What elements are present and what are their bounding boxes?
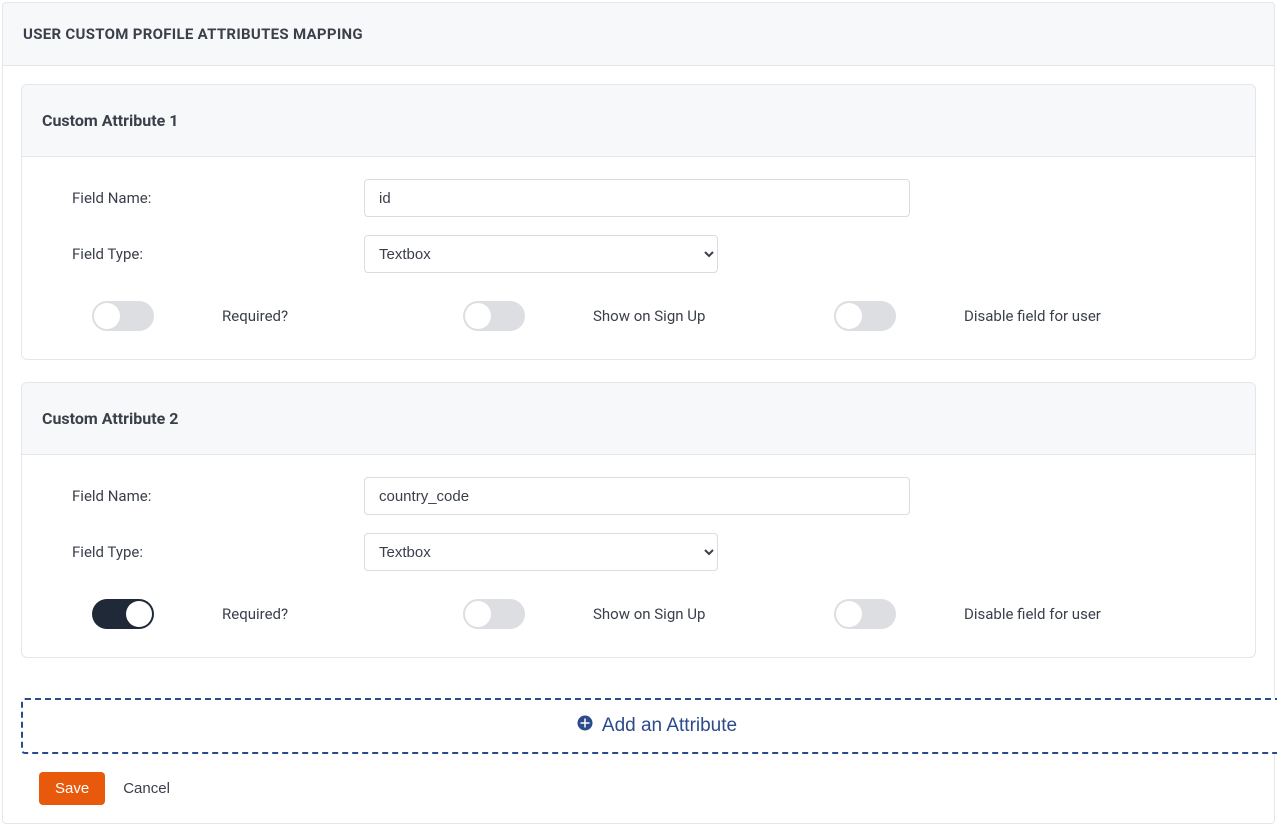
field-type-select[interactable]: Textbox xyxy=(364,533,718,571)
field-type-select[interactable]: Textbox xyxy=(364,235,718,273)
show-signup-label: Show on Sign Up xyxy=(593,307,705,325)
required-toggle[interactable] xyxy=(92,599,154,629)
disable-toggle-group: Disable field for user xyxy=(834,301,1205,331)
show-signup-toggle-group: Show on Sign Up xyxy=(463,599,834,629)
required-label: Required? xyxy=(222,307,288,325)
custom-attributes-panel: USER CUSTOM PROFILE ATTRIBUTES MAPPING C… xyxy=(2,2,1275,824)
show-signup-toggle[interactable] xyxy=(463,599,525,629)
attribute-card-body: Field Name: Field Type: Textbox Required… xyxy=(22,157,1255,359)
toggles-row: Required? Show on Sign Up Disable field … xyxy=(72,599,1205,629)
add-attribute-button[interactable]: Add an Attribute xyxy=(21,698,1277,754)
field-type-label: Field Type: xyxy=(72,245,364,263)
disable-toggle[interactable] xyxy=(834,301,896,331)
panel-body: Custom Attribute 1 Field Name: Field Typ… xyxy=(3,66,1274,698)
panel-header: USER CUSTOM PROFILE ATTRIBUTES MAPPING xyxy=(3,3,1274,66)
save-button[interactable]: Save xyxy=(39,772,105,805)
cancel-button[interactable]: Cancel xyxy=(123,780,170,797)
attribute-card-title: Custom Attribute 1 xyxy=(42,111,1235,130)
disable-toggle-group: Disable field for user xyxy=(834,599,1205,629)
add-attribute-label: Add an Attribute xyxy=(602,715,737,737)
panel-title: USER CUSTOM PROFILE ATTRIBUTES MAPPING xyxy=(23,25,1254,43)
field-type-label: Field Type: xyxy=(72,543,364,561)
disable-label: Disable field for user xyxy=(964,307,1101,325)
actions-row: Save Cancel xyxy=(3,772,1274,823)
field-type-row: Field Type: Textbox xyxy=(72,235,1205,273)
toggles-row: Required? Show on Sign Up Disable field … xyxy=(72,301,1205,331)
field-name-label: Field Name: xyxy=(72,189,364,207)
required-toggle-group: Required? xyxy=(92,599,463,629)
attribute-card-header: Custom Attribute 2 xyxy=(22,383,1255,455)
attribute-card-title: Custom Attribute 2 xyxy=(42,409,1235,428)
field-name-label: Field Name: xyxy=(72,487,364,505)
attribute-card-1: Custom Attribute 1 Field Name: Field Typ… xyxy=(21,84,1256,360)
field-type-row: Field Type: Textbox xyxy=(72,533,1205,571)
attribute-card-header: Custom Attribute 1 xyxy=(22,85,1255,157)
field-name-input[interactable] xyxy=(364,179,910,217)
attribute-card-2: Custom Attribute 2 Field Name: Field Typ… xyxy=(21,382,1256,658)
show-signup-toggle[interactable] xyxy=(463,301,525,331)
plus-circle-icon xyxy=(576,714,594,738)
attribute-card-body: Field Name: Field Type: Textbox Required… xyxy=(22,455,1255,657)
show-signup-toggle-group: Show on Sign Up xyxy=(463,301,834,331)
required-toggle-group: Required? xyxy=(92,301,463,331)
disable-toggle[interactable] xyxy=(834,599,896,629)
field-name-row: Field Name: xyxy=(72,179,1205,217)
field-name-row: Field Name: xyxy=(72,477,1205,515)
field-name-input[interactable] xyxy=(364,477,910,515)
required-label: Required? xyxy=(222,605,288,623)
show-signup-label: Show on Sign Up xyxy=(593,605,705,623)
disable-label: Disable field for user xyxy=(964,605,1101,623)
required-toggle[interactable] xyxy=(92,301,154,331)
